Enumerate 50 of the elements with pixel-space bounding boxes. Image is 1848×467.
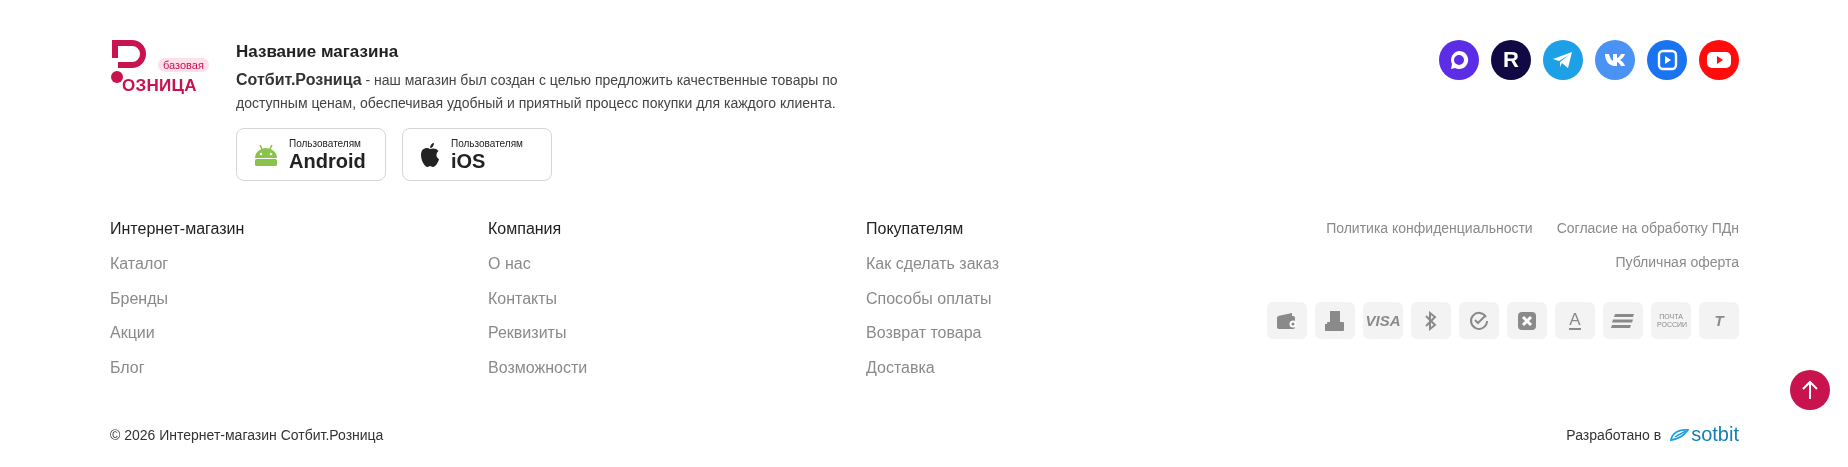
apple-icon	[419, 141, 441, 168]
play-icon	[1656, 49, 1678, 71]
payment-method-icon	[1411, 302, 1451, 339]
column-heading: Интернет-магазин	[110, 220, 246, 239]
payment-method-icon	[1459, 302, 1499, 339]
copyright-text: © 2026 Интернет-магазин Сотбит.Розница	[110, 426, 384, 443]
footer-link[interactable]: Возврат товара	[866, 324, 1244, 346]
app-store-button[interactable]: Пользователям Android	[236, 128, 386, 181]
developer-logo[interactable]: sotbit	[1669, 423, 1739, 446]
footer-link[interactable]: Реквизиты	[488, 324, 866, 346]
footer-link[interactable]: Доставка	[866, 358, 1244, 381]
youtube-icon	[1706, 51, 1732, 69]
scroll-top-button[interactable]	[1790, 370, 1830, 410]
footer-link[interactable]: Как сделать заказ	[866, 255, 1244, 277]
payment-method-icon	[1603, 302, 1643, 339]
payment-method-icon	[1267, 302, 1307, 339]
payment-method-icon: VISA	[1363, 302, 1403, 339]
legal-link[interactable]: Согласие на обработку ПДн	[1556, 220, 1739, 236]
footer-link[interactable]: Возможности	[488, 358, 866, 381]
logo-badge: базовая	[158, 58, 209, 72]
payment-method-icon	[1315, 302, 1355, 339]
chat-bubble-icon	[1448, 49, 1470, 71]
payment-method-icon: A	[1555, 302, 1595, 339]
column-heading: Покупателям	[866, 220, 965, 239]
app-store-button[interactable]: Пользователям iOS	[402, 128, 552, 181]
logo-text: ОЗНИЦА	[122, 76, 197, 96]
footer-link[interactable]: Контакты	[488, 289, 866, 312]
store-description: Сотбит.Розница - наш магазин был создан с целью предложить качественные товары по доступным ценам, обеспечивая удобный и приятный процесс покупки для каждого клиента.	[236, 70, 839, 113]
payment-method-icon: T	[1699, 302, 1739, 339]
social-link[interactable]: R	[1491, 40, 1531, 80]
payment-method-icon	[1507, 302, 1547, 339]
footer-link[interactable]: Бренды	[110, 289, 488, 312]
footer-link[interactable]: О нас	[488, 255, 866, 277]
android-icon	[253, 143, 279, 166]
legal-link[interactable]: Публичная оферта	[1615, 254, 1739, 270]
social-link[interactable]	[1439, 40, 1479, 80]
store-title: Название магазина	[236, 42, 400, 62]
social-link[interactable]	[1647, 40, 1687, 80]
vk-icon	[1604, 53, 1626, 67]
developer-label: Разработано в	[1566, 426, 1662, 443]
footer-link[interactable]: Акции	[110, 324, 488, 346]
paper-plane-icon	[1552, 50, 1574, 70]
column-heading: Компания	[488, 220, 563, 239]
social-link[interactable]	[1699, 40, 1739, 80]
footer-link[interactable]: Способы оплаты	[866, 289, 1244, 312]
arrow-up-icon	[1801, 380, 1819, 400]
footer-link[interactable]: Каталог	[110, 255, 488, 277]
legal-link[interactable]: Политика конфиденциальности	[1326, 220, 1533, 236]
social-link[interactable]	[1595, 40, 1635, 80]
footer-link[interactable]: Блог	[110, 358, 488, 381]
